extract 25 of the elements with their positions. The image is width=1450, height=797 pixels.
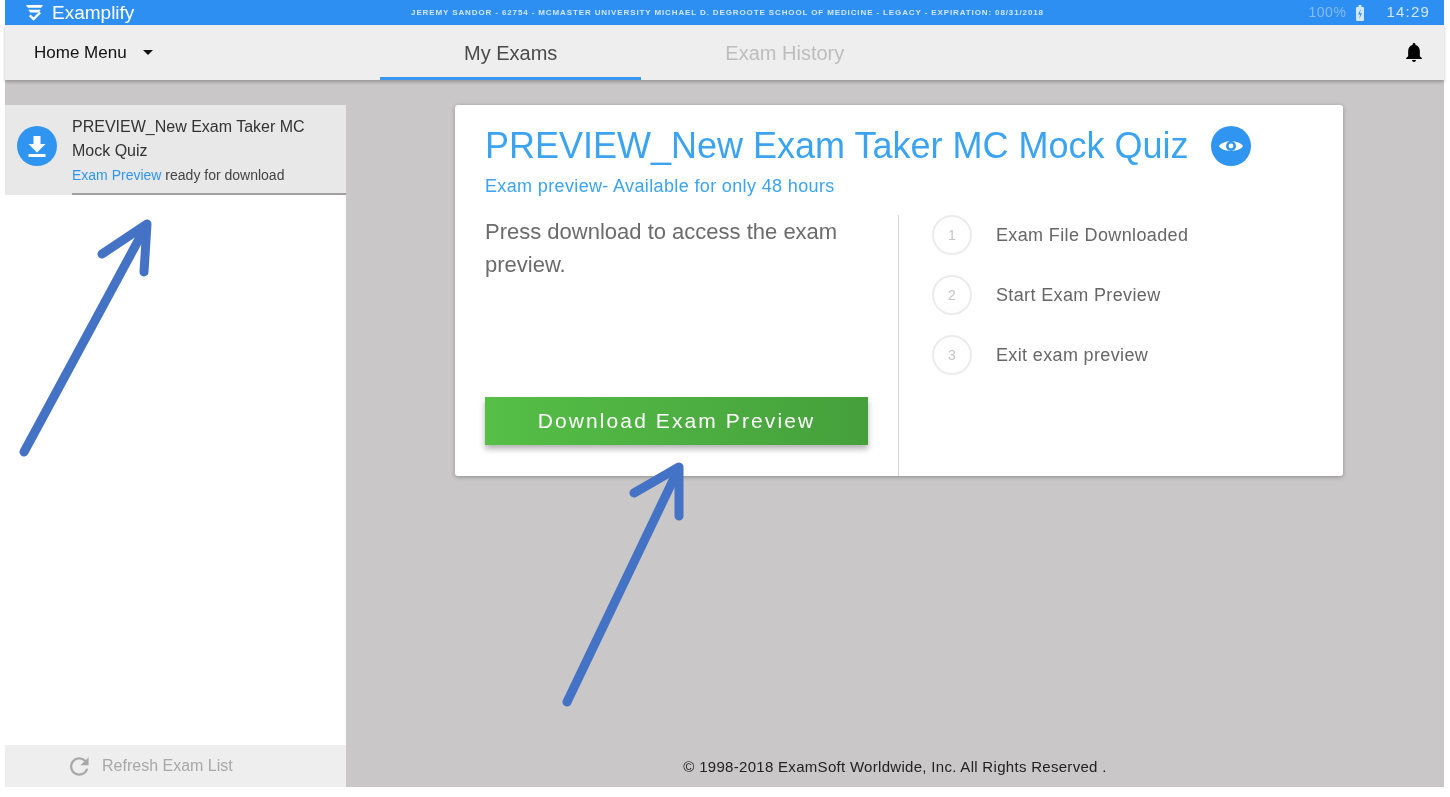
step-label: Exit exam preview — [996, 343, 1149, 367]
battery-icon — [1356, 4, 1365, 21]
eye-icon[interactable] — [1210, 126, 1251, 166]
clock-time: 14:29 — [1386, 2, 1430, 23]
exam-list-item[interactable]: PREVIEW_New Exam Taker MC Mock Quiz Exam Preview ready for download — [5, 105, 346, 195]
exam-title: PREVIEW_New Exam Taker MC Mock Quiz — [72, 117, 306, 161]
notifications-bell-icon[interactable] — [1406, 43, 1422, 62]
step-label: Exam File Downloaded — [996, 223, 1189, 247]
refresh-icon — [70, 756, 89, 776]
app-name: Examplify — [52, 1, 135, 24]
download-icon — [17, 126, 57, 166]
step-number: 1 — [932, 215, 972, 255]
check-stack-icon — [25, 4, 44, 21]
license-text: JEREMY SANDOR - 62754 - MCMASTER UNIVERSITY MICHAEL D. DEGROOTE SCHOOL OF MEDICINE - LEGACY - EXPIRATION: 08/31/2018 — [411, 6, 1044, 19]
home-menu-button[interactable]: Home Menu — [34, 39, 153, 66]
battery-percent: 100% — [1308, 3, 1347, 22]
card-subtitle: Exam preview- Available for only 48 hours — [485, 175, 836, 198]
caret-icon — [142, 50, 153, 55]
card-description: Press download to access the exam preview. — [485, 218, 839, 279]
step-label: Start Exam Preview — [996, 283, 1161, 307]
step-number: 3 — [932, 335, 972, 375]
copyright-text: © 1998-2018 ExamSoft Worldwide, Inc. All Rights Reserved . — [683, 757, 1107, 777]
step-number: 2 — [932, 275, 972, 315]
card-title: PREVIEW_New Exam Taker MC Mock Quiz — [485, 124, 1189, 168]
exam-status: Exam Preview ready for download — [72, 166, 286, 185]
